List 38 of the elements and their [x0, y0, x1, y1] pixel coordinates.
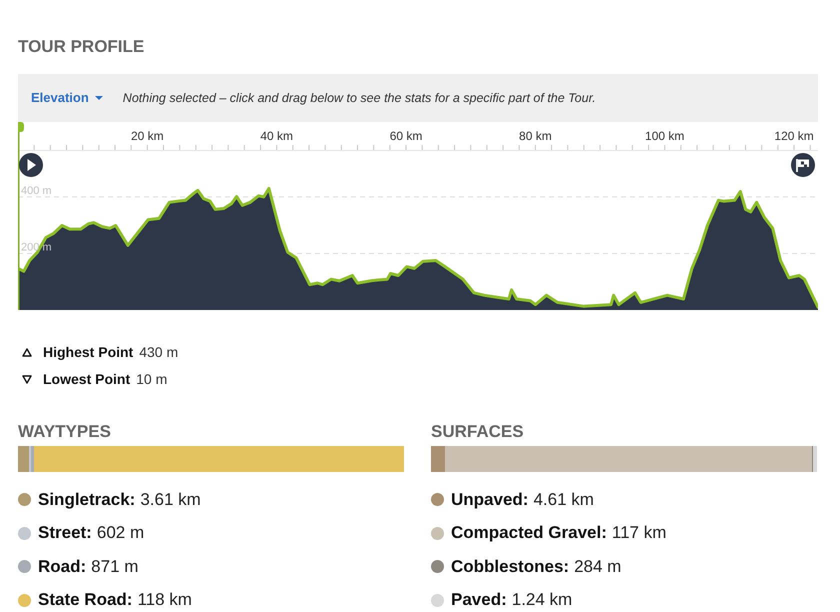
selection-hint: Nothing selected – click and drag below to see the stats for a specific part of the Tour.	[122, 90, 596, 106]
axis-tick-label: 60 km	[390, 129, 422, 143]
legend-value: 1.24 km	[512, 590, 572, 610]
legend-value: 871 m	[91, 556, 138, 577]
section-heading: WAYTYPES	[18, 423, 111, 441]
legend-value: 602 m	[96, 523, 144, 544]
axis-tick-label: 120 km	[774, 129, 814, 143]
legend-label: Cobblestones:	[451, 556, 570, 577]
legend-value: 117 km	[612, 523, 666, 544]
section-heading: SURFACES	[431, 423, 524, 441]
axis-tick-label: 80 km	[519, 129, 552, 143]
finish-flag-icon[interactable]	[791, 153, 815, 177]
legend-label: Unpaved:	[451, 490, 528, 510]
legend-label: Compacted Gravel:	[451, 523, 607, 544]
stat-value: 430 m	[139, 343, 178, 362]
elevation-dropdown[interactable]: Elevation	[31, 90, 103, 106]
play-icon[interactable]	[19, 153, 43, 177]
legend-label: Singletrack:	[38, 490, 136, 510]
legend-label: Street:	[38, 523, 92, 544]
stat-label: Highest Point	[43, 343, 134, 362]
legend-value: 118 km	[137, 590, 192, 610]
axis-tick-label: 200 m	[21, 241, 52, 254]
legend-value: 4.61 km	[533, 490, 594, 510]
axis-tick-label: 400 m	[21, 184, 52, 197]
legend-value: 3.61 km	[140, 490, 201, 510]
legend-label: State Road:	[38, 590, 132, 610]
axis-tick-label: 100 km	[645, 129, 684, 143]
stat-label: Lowest Point	[43, 370, 130, 389]
legend-label: Road:	[38, 556, 86, 577]
triangle-up-icon	[22, 348, 32, 357]
axis-tick-label: 20 km	[131, 129, 164, 143]
triangle-down-icon	[22, 375, 32, 384]
legend-label: Paved:	[451, 590, 507, 610]
caret-icon	[94, 96, 103, 100]
legend-value: 284 m	[574, 556, 622, 577]
stat-value: 10 m	[136, 370, 168, 389]
section-heading: TOUR PROFILE	[18, 38, 144, 56]
axis-tick-label: 40 km	[260, 129, 294, 143]
